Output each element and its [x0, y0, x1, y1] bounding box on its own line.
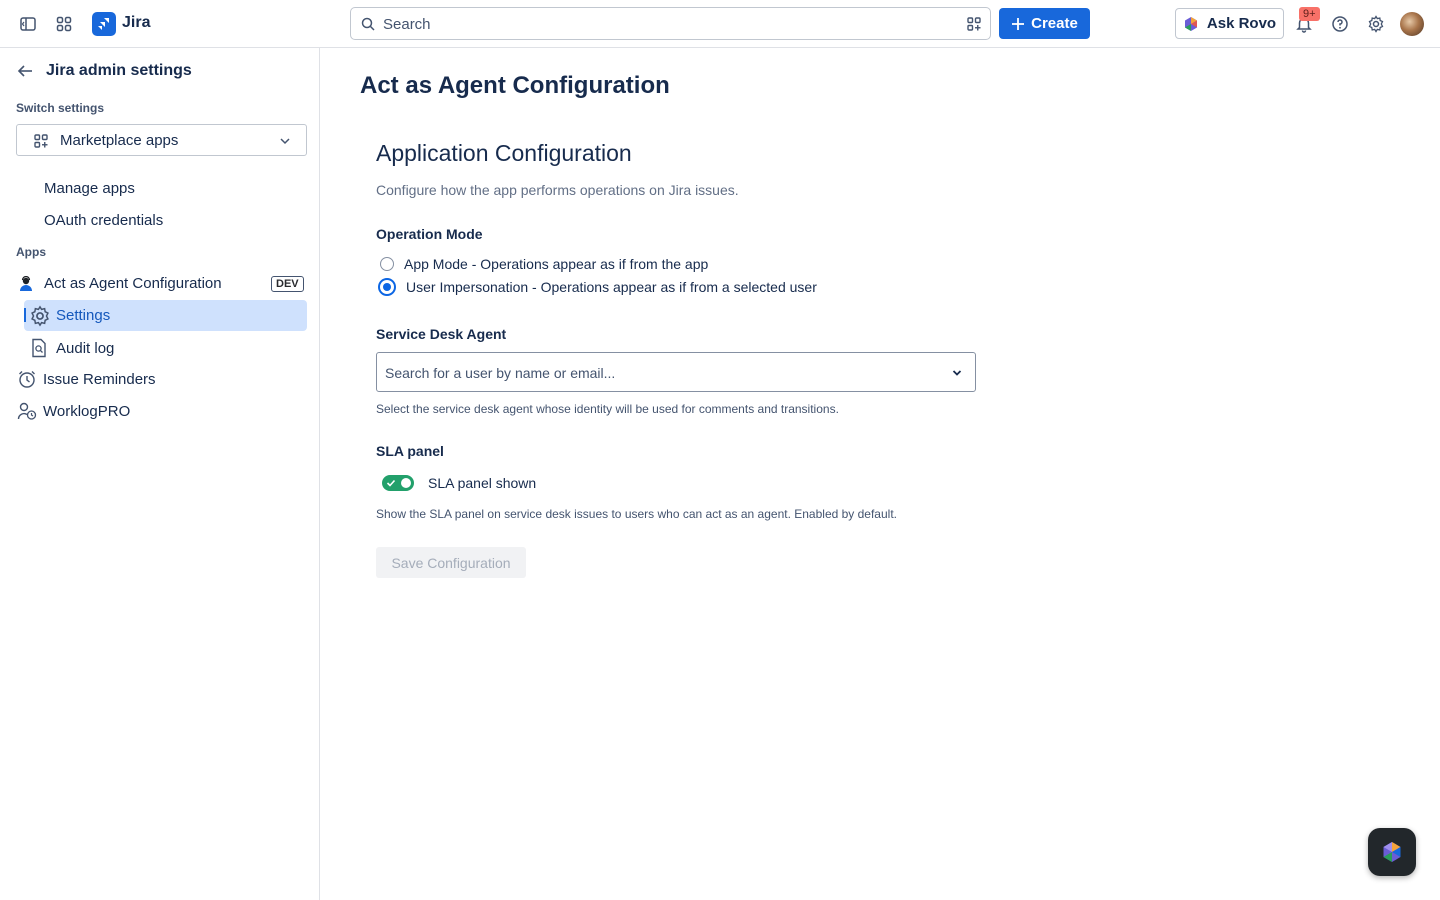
rovo-chat-button[interactable]	[1368, 828, 1416, 876]
apps-search-icon[interactable]	[966, 16, 982, 32]
jira-logo-icon[interactable]	[92, 12, 116, 36]
selected-indicator	[24, 308, 26, 322]
back-to-settings[interactable]: Jira admin settings	[16, 62, 192, 80]
rovo-icon	[1184, 16, 1197, 31]
toggle-knob	[401, 478, 411, 488]
operation-mode-label: Operation Mode	[376, 226, 483, 242]
sidebar-item-issue-reminders[interactable]: Issue Reminders	[17, 369, 156, 389]
document-search-icon	[32, 338, 46, 358]
radio-label: App Mode - Operations appear as if from …	[404, 256, 709, 272]
sidebar-item-label: Audit log	[56, 339, 115, 357]
sidebar-item-settings[interactable]: Settings	[24, 300, 307, 331]
user-clock-icon	[17, 402, 37, 420]
sidebar-item-label: WorklogPRO	[43, 402, 131, 420]
main-content: Act as Agent Configuration Application C…	[320, 48, 1440, 900]
radio-button-checked[interactable]	[378, 278, 396, 296]
sidebar: Jira admin settings Switch settings Mark…	[0, 48, 320, 900]
configuration-description: Configure how the app performs operation…	[376, 182, 739, 198]
sidebar-item-label: Issue Reminders	[43, 370, 156, 388]
application-configuration-heading: Application Configuration	[376, 140, 632, 166]
sidebar-item-worklogpro[interactable]: WorklogPRO	[17, 401, 130, 421]
service-desk-agent-select[interactable]: Search for a user by name or email...	[376, 352, 976, 392]
settings-gear-icon[interactable]	[1360, 8, 1392, 40]
alarm-clock-icon	[19, 371, 35, 388]
radio-app-mode[interactable]: App Mode - Operations appear as if from …	[380, 256, 708, 272]
radio-button[interactable]	[380, 257, 394, 271]
radio-user-impersonation[interactable]: User Impersonation - Operations appear a…	[378, 278, 817, 296]
switcher-value: Marketplace apps	[60, 132, 179, 149]
create-button[interactable]: Create	[999, 8, 1090, 39]
create-label: Create	[1031, 15, 1078, 32]
sidebar-title: Jira admin settings	[46, 62, 192, 79]
help-icon[interactable]	[1324, 8, 1356, 40]
sla-toggle-label: SLA panel shown	[428, 475, 537, 491]
search-placeholder: Search	[383, 16, 431, 33]
radio-label: User Impersonation - Operations appear a…	[406, 279, 817, 295]
sla-panel-label: SLA panel	[376, 443, 444, 459]
chevron-down-icon	[280, 138, 290, 145]
chevron-down-icon	[952, 370, 962, 376]
switch-settings-label: Switch settings	[16, 101, 105, 115]
sidebar-item-oauth-credentials[interactable]: OAuth credentials	[44, 212, 163, 229]
apps-section-label: Apps	[16, 245, 46, 259]
app-name[interactable]: Jira	[122, 14, 150, 32]
ask-rovo-button[interactable]: Ask Rovo	[1175, 8, 1284, 39]
top-navigation: Jira Search Create Ask Rovo 9+	[0, 0, 1440, 48]
sidebar-item-label: Settings	[56, 307, 111, 324]
agent-person-icon	[20, 275, 32, 291]
plus-icon	[1012, 17, 1025, 30]
ask-rovo-label: Ask Rovo	[1206, 15, 1277, 32]
service-desk-agent-label: Service Desk Agent	[376, 326, 507, 342]
gear-icon	[31, 305, 49, 327]
select-placeholder: Search for a user by name or email...	[385, 365, 616, 381]
checkmark-icon	[386, 479, 396, 487]
save-configuration-button[interactable]: Save Configuration	[376, 547, 526, 578]
dev-tag: DEV	[271, 276, 304, 292]
sidebar-toggle-icon[interactable]	[12, 8, 44, 40]
arrow-left-icon	[17, 65, 32, 77]
save-label: Save Configuration	[391, 554, 511, 571]
marketplace-apps-icon	[34, 134, 48, 148]
app-switcher-icon[interactable]	[48, 8, 80, 40]
user-avatar[interactable]	[1400, 12, 1424, 36]
sidebar-item-manage-apps[interactable]: Manage apps	[44, 180, 135, 197]
sla-panel-toggle[interactable]	[382, 475, 414, 491]
sla-helper-text: Show the SLA panel on service desk issue…	[376, 507, 897, 521]
search-icon	[361, 17, 375, 31]
search-input[interactable]: Search	[350, 7, 991, 40]
sidebar-item-label: Act as Agent Configuration	[44, 275, 222, 292]
service-desk-helper-text: Select the service desk agent whose iden…	[376, 402, 839, 416]
sidebar-item-audit-log[interactable]: Audit log	[30, 338, 114, 358]
sidebar-item-act-as-agent[interactable]: Act as Agent Configuration	[18, 275, 222, 292]
page-title: Act as Agent Configuration	[360, 72, 670, 99]
rovo-hexagon-icon	[1383, 842, 1401, 862]
notification-badge: 9+	[1299, 7, 1320, 21]
settings-switcher[interactable]: Marketplace apps	[16, 124, 307, 156]
